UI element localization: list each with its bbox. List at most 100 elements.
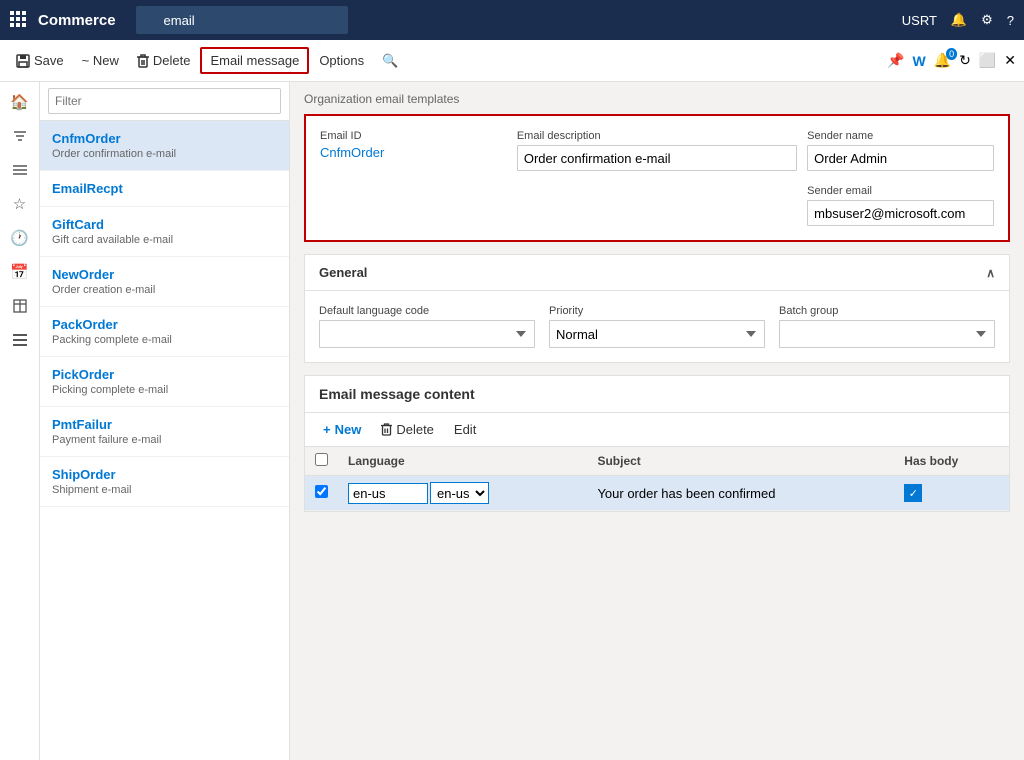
- priority-select[interactable]: Normal High Low: [549, 320, 765, 348]
- plus-icon: +: [323, 422, 331, 437]
- item-title-shiporder: ShipOrder: [52, 467, 277, 482]
- app-title: Commerce: [38, 12, 116, 29]
- table-icon[interactable]: [4, 290, 36, 322]
- template-box: Email ID CnfmOrder Email description Sen…: [304, 114, 1010, 242]
- col-hasbody: Has body: [894, 447, 1009, 476]
- email-id-field: Email ID CnfmOrder: [320, 130, 507, 171]
- list-item-shiporder[interactable]: ShipOrder Shipment e-mail: [40, 457, 289, 507]
- list-panel: CnfmOrder Order confirmation e-mail Emai…: [40, 82, 290, 760]
- col-check: [305, 447, 338, 476]
- content-edit-button[interactable]: Edit: [446, 419, 484, 440]
- lines-icon[interactable]: [4, 324, 36, 356]
- email-id-label: Email ID: [320, 130, 507, 142]
- email-message-tab[interactable]: Email message: [200, 47, 309, 74]
- content-new-label: New: [335, 422, 362, 437]
- top-nav-right: USRT 🔔 ⚙ ?: [902, 12, 1014, 28]
- item-subtitle-neworder: Order creation e-mail: [52, 284, 277, 296]
- template-grid: Email ID CnfmOrder Email description Sen…: [320, 130, 994, 226]
- email-desc-label: Email description: [517, 130, 797, 142]
- list-item-packorder[interactable]: PackOrder Packing complete e-mail: [40, 307, 289, 357]
- row-check-cell: [305, 476, 338, 511]
- subject-cell: Your order has been confirmed: [587, 476, 894, 511]
- content-area: Organization email templates Email ID Cn…: [290, 82, 1024, 760]
- list-icon[interactable]: [4, 154, 36, 186]
- general-fields-row: Default language code Priority Normal Hi…: [319, 305, 995, 348]
- content-delete-button[interactable]: Delete: [373, 419, 442, 440]
- spacer1: [320, 181, 507, 226]
- delete-button[interactable]: Delete: [129, 49, 199, 72]
- language-input[interactable]: [348, 483, 428, 504]
- help-icon[interactable]: ?: [1007, 13, 1014, 28]
- home-icon[interactable]: 🏠: [4, 86, 36, 118]
- email-desc-field: Email description: [517, 130, 797, 171]
- list-items: CnfmOrder Order confirmation e-mail Emai…: [40, 121, 289, 760]
- clock-icon[interactable]: 🕐: [4, 222, 36, 254]
- language-cell: en-us: [338, 476, 587, 511]
- template-section-title: Organization email templates: [304, 92, 1010, 106]
- general-section-header[interactable]: General ∧: [305, 255, 1009, 291]
- sender-email-label: Sender email: [807, 185, 994, 197]
- top-nav: Commerce 🔍 USRT 🔔 ⚙ ?: [0, 0, 1024, 40]
- new-button[interactable]: ~ New: [74, 49, 127, 72]
- bell-icon[interactable]: 🔔: [951, 12, 967, 28]
- refresh-icon[interactable]: ↻: [959, 52, 971, 69]
- content-table: Language Subject Has body: [305, 447, 1009, 511]
- content-section-header: Email message content: [305, 376, 1009, 413]
- batch-group-field: Batch group: [779, 305, 995, 348]
- list-item-emailrecpt[interactable]: EmailRecpt: [40, 171, 289, 207]
- new-label: ~ New: [82, 53, 119, 68]
- active-tab-label: Email message: [210, 53, 299, 68]
- item-title-cnfmorder: CnfmOrder: [52, 131, 277, 146]
- list-item-giftcard[interactable]: GiftCard Gift card available e-mail: [40, 207, 289, 257]
- toolbar: Save ~ New Delete Email message Options …: [0, 40, 1024, 82]
- star-icon[interactable]: ☆: [4, 188, 36, 220]
- close-icon[interactable]: ✕: [1004, 52, 1016, 69]
- list-item-pickorder[interactable]: PickOrder Picking complete e-mail: [40, 357, 289, 407]
- spacer2: [517, 181, 797, 226]
- hasbody-checkbox: ✓: [904, 484, 922, 502]
- select-all-checkbox[interactable]: [315, 453, 328, 466]
- item-title-giftcard: GiftCard: [52, 217, 277, 232]
- row-checkbox[interactable]: [315, 485, 328, 498]
- batch-group-select[interactable]: [779, 320, 995, 348]
- icon-bar: 🏠 ☆ 🕐 📅: [0, 82, 40, 760]
- content-section: Email message content + New Delete Edit: [304, 375, 1010, 512]
- filter-input[interactable]: [48, 88, 281, 114]
- list-item-neworder[interactable]: NewOrder Order creation e-mail: [40, 257, 289, 307]
- item-subtitle-pickorder: Picking complete e-mail: [52, 384, 277, 396]
- notification-icon[interactable]: 🔔0: [934, 52, 951, 69]
- table-header-row: Language Subject Has body: [305, 447, 1009, 476]
- sender-name-input[interactable]: [807, 145, 994, 171]
- content-new-button[interactable]: + New: [315, 419, 369, 440]
- save-button[interactable]: Save: [8, 49, 72, 72]
- save-label: Save: [34, 53, 64, 68]
- list-filter-area: [40, 82, 289, 121]
- toolbar-search-button[interactable]: 🔍: [374, 49, 406, 73]
- item-title-packorder: PackOrder: [52, 317, 277, 332]
- item-subtitle-cnfmorder: Order confirmation e-mail: [52, 148, 277, 160]
- options-label: Options: [319, 53, 364, 68]
- user-label: USRT: [902, 13, 937, 28]
- item-subtitle-pmtfailur: Payment failure e-mail: [52, 434, 277, 446]
- open-in-icon[interactable]: ⬜: [979, 52, 996, 69]
- item-title-neworder: NewOrder: [52, 267, 277, 282]
- calendar-icon[interactable]: 📅: [4, 256, 36, 288]
- settings-icon[interactable]: ⚙: [981, 12, 993, 28]
- list-item-cnfmorder[interactable]: CnfmOrder Order confirmation e-mail: [40, 121, 289, 171]
- grid-icon[interactable]: [10, 11, 26, 30]
- email-desc-input[interactable]: [517, 145, 797, 171]
- sender-email-input[interactable]: [807, 200, 994, 226]
- global-search-input[interactable]: [136, 6, 348, 34]
- content-edit-label: Edit: [454, 422, 476, 437]
- pin-icon[interactable]: 📌: [887, 52, 904, 69]
- delete-label: Delete: [153, 53, 191, 68]
- col-subject: Subject: [587, 447, 894, 476]
- word-icon[interactable]: W: [912, 53, 925, 69]
- language-dropdown[interactable]: en-us: [430, 482, 489, 504]
- list-item-pmtfailur[interactable]: PmtFailur Payment failure e-mail: [40, 407, 289, 457]
- lang-code-select[interactable]: [319, 320, 535, 348]
- item-subtitle-packorder: Packing complete e-mail: [52, 334, 277, 346]
- options-button[interactable]: Options: [311, 49, 372, 72]
- filter-icon[interactable]: [4, 120, 36, 152]
- table-row[interactable]: en-us Your order has been confirmed ✓: [305, 476, 1009, 511]
